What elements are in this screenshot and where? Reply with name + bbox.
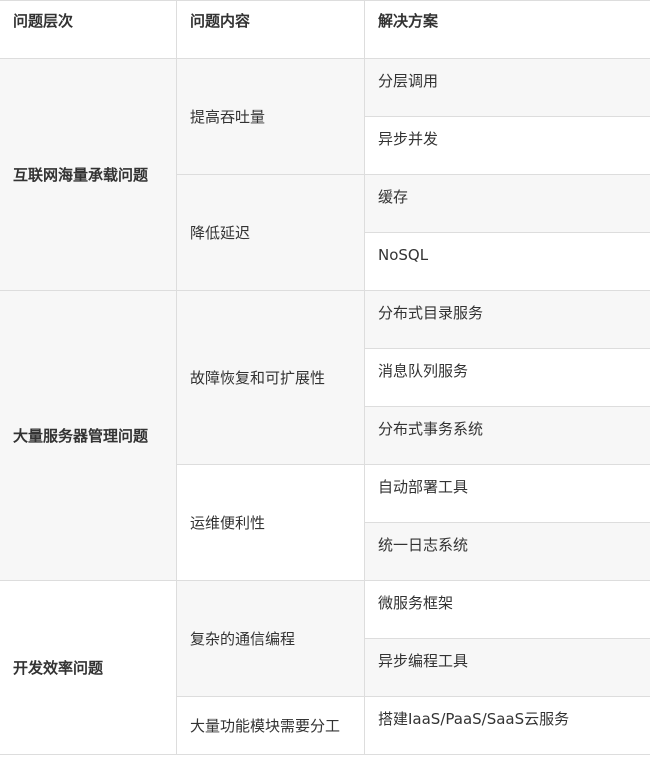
table-row: 大量服务器管理问题 故障恢复和可扩展性 分布式目录服务 <box>0 290 650 581</box>
issue-cell: 复杂的通信编程 <box>176 580 365 697</box>
solution-cell: 微服务框架 <box>364 580 650 639</box>
issue-cell: 降低延迟 <box>176 174 365 291</box>
level-cell: 互联网海量承载问题 <box>0 58 177 291</box>
header-row: 问题层次 问题内容 解决方案 <box>0 0 650 59</box>
solution-cell: 自动部署工具 <box>364 464 650 523</box>
solution-cell: 分布式事务系统 <box>364 406 650 465</box>
solution-table: 问题层次 问题内容 解决方案 互联网海量承载问题 提高吞吐量 分层调用 异步并发… <box>0 0 650 755</box>
solution-cell: 搭建IaaS/PaaS/SaaS云服务 <box>364 696 650 755</box>
issue-cell: 大量功能模块需要分工 <box>176 696 365 755</box>
solution-cell: 消息队列服务 <box>364 348 650 407</box>
header-solution: 解决方案 <box>364 0 650 59</box>
header-level: 问题层次 <box>0 0 177 59</box>
solution-cell: 缓存 <box>364 174 650 233</box>
solution-cell: 异步编程工具 <box>364 638 650 697</box>
solution-cell: NoSQL <box>364 232 650 291</box>
solution-cell: 异步并发 <box>364 116 650 175</box>
level-cell: 大量服务器管理问题 <box>0 290 177 581</box>
level-cell: 开发效率问题 <box>0 580 177 755</box>
solution-cell: 分布式目录服务 <box>364 290 650 349</box>
header-content: 问题内容 <box>176 0 365 59</box>
issue-cell: 提高吞吐量 <box>176 58 365 175</box>
table-row: 互联网海量承载问题 提高吞吐量 分层调用 <box>0 58 650 291</box>
table-row: 开发效率问题 复杂的通信编程 微服务框架 <box>0 580 650 755</box>
issue-cell: 故障恢复和可扩展性 <box>176 290 365 465</box>
issue-cell: 运维便利性 <box>176 464 365 581</box>
solution-cell: 统一日志系统 <box>364 522 650 581</box>
solution-cell: 分层调用 <box>364 58 650 117</box>
